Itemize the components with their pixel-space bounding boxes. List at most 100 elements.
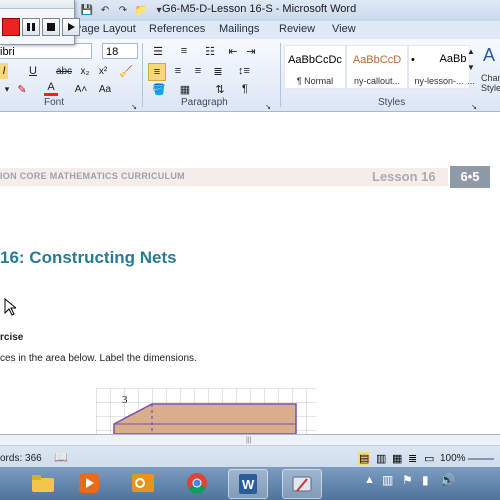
play-icon xyxy=(68,23,75,31)
styles-scroll-up-icon[interactable]: ▲ xyxy=(466,43,476,59)
align-left-button[interactable]: ≡ xyxy=(148,63,166,81)
superscript-button[interactable]: x² xyxy=(96,63,110,79)
style-heading[interactable]: AaBb xyxy=(426,45,468,87)
taskbar-media[interactable] xyxy=(70,469,108,497)
style-ny-callout[interactable]: AaBbCcD ny-callout... xyxy=(346,45,408,89)
ribbon: ibri 18 I U abc x₂ x² 🧹 ▾ ✎ A A˄ Aa Font… xyxy=(0,39,500,112)
stop-button[interactable] xyxy=(42,18,60,36)
style-preview: AaBbCcDc xyxy=(288,54,342,66)
bullets-button[interactable]: ☰ xyxy=(148,43,168,59)
tab-page-layout[interactable]: Page Layout xyxy=(74,23,136,35)
increase-indent-button[interactable]: ⇥ xyxy=(244,43,258,59)
lesson-title: 16: Constructing Nets xyxy=(0,248,177,267)
paragraph-group-label: Paragraph xyxy=(181,97,228,108)
clear-format-icon[interactable]: 🧹 xyxy=(118,63,134,79)
style-name: ny-callout... xyxy=(353,76,401,86)
italic-button[interactable]: I xyxy=(0,63,8,79)
network-icon[interactable]: ▥ xyxy=(382,473,393,487)
curriculum-header: ION CORE MATHEMATICS CURRICULUM xyxy=(0,171,185,181)
prism-net-figure: 3 xyxy=(96,388,316,434)
quick-access-toolbar: 💾 ↶ ↷ 📁 ▾ xyxy=(80,2,166,19)
font-name-combo[interactable]: ibri xyxy=(0,43,92,59)
multilevel-list-button[interactable]: ☷ xyxy=(200,43,220,59)
folder-icon[interactable]: 📁 xyxy=(134,4,148,18)
pause-button[interactable] xyxy=(22,18,40,36)
taskbar-snipping[interactable] xyxy=(282,469,322,499)
strikethrough-button[interactable]: abc xyxy=(54,63,74,79)
align-right-button[interactable]: ≡ xyxy=(190,63,206,79)
pause-icon xyxy=(27,23,35,31)
taskbar-explorer[interactable] xyxy=(24,469,62,497)
media-player-icon xyxy=(79,473,99,493)
recorder-titlebar xyxy=(0,0,74,9)
grow-font-button[interactable]: A˄ xyxy=(72,81,90,97)
print-layout-icon[interactable]: ▤ xyxy=(358,452,371,465)
proofing-icon[interactable]: 📖 xyxy=(54,451,68,464)
show-marks-icon[interactable]: ¶ xyxy=(238,81,252,97)
mouse-cursor-icon xyxy=(4,298,16,316)
exercise-heading: rcise xyxy=(0,332,24,343)
shading-icon[interactable]: 🪣 xyxy=(150,81,168,97)
record-button[interactable] xyxy=(2,18,20,36)
play-button[interactable] xyxy=(62,18,80,36)
style-normal[interactable]: AaBbCcDc ¶ Normal xyxy=(284,45,346,89)
svg-text:W: W xyxy=(242,477,255,492)
sort-icon[interactable]: ⇅ xyxy=(212,81,228,97)
zoom-slider[interactable] xyxy=(468,458,494,460)
tray-arrow-icon[interactable]: ▲ xyxy=(364,474,375,486)
full-screen-reading-icon[interactable]: ▥ xyxy=(376,452,386,465)
line-spacing-button[interactable]: ↕≡ xyxy=(234,63,254,79)
style-name: ¶ Normal xyxy=(296,76,334,86)
tab-references[interactable]: References xyxy=(149,23,205,35)
change-styles-label[interactable]: Chan Style xyxy=(481,73,500,93)
styles-more-icon[interactable]: ⋯ xyxy=(466,75,476,91)
save-icon[interactable]: 💾 xyxy=(80,4,94,18)
styles-scroll-down-icon[interactable]: ▼ xyxy=(466,59,476,75)
signal-icon[interactable]: ▮ xyxy=(422,473,429,487)
tab-view[interactable]: View xyxy=(332,23,356,35)
highlight-icon[interactable]: ✎ xyxy=(16,81,28,97)
zoom-level[interactable]: 100% xyxy=(440,453,466,464)
snipping-tool-icon xyxy=(292,476,312,492)
web-layout-icon[interactable]: ▦ xyxy=(392,452,402,465)
numbering-button[interactable]: ≡ xyxy=(174,43,194,59)
taskbar-word[interactable]: W xyxy=(228,469,268,499)
separator xyxy=(280,43,281,107)
taskbar-chrome[interactable] xyxy=(178,469,216,497)
font-color-button[interactable]: A xyxy=(44,81,58,96)
align-center-button[interactable]: ≡ xyxy=(170,63,186,79)
word-count[interactable]: ords: 366 xyxy=(0,453,42,464)
change-styles-icon[interactable]: A xyxy=(480,43,498,67)
redo-icon[interactable]: ↷ xyxy=(116,4,130,18)
font-group-label: Font xyxy=(44,97,65,108)
stop-icon xyxy=(47,23,55,31)
decrease-indent-button[interactable]: ⇤ xyxy=(226,43,240,59)
case-button[interactable]: Aa xyxy=(96,81,114,97)
grade-badge: 6•5 xyxy=(450,166,490,188)
tab-mailings[interactable]: Mailings xyxy=(219,23,259,35)
document-page[interactable]: ION CORE MATHEMATICS CURRICULUM Lesson 1… xyxy=(0,112,500,434)
horizontal-scrollbar[interactable]: ||| xyxy=(0,435,500,446)
outline-icon[interactable]: ≣ xyxy=(408,452,417,465)
separator xyxy=(142,43,143,107)
justify-button[interactable]: ≣ xyxy=(210,63,226,79)
recorder-controls xyxy=(2,18,80,36)
volume-icon[interactable]: 🔊 xyxy=(440,473,455,487)
tab-review[interactable]: Review xyxy=(279,23,315,35)
draft-icon[interactable]: ▭ xyxy=(424,452,434,465)
exercise-instructions: ces in the area below. Label the dimensi… xyxy=(0,353,197,364)
subscript-button[interactable]: x₂ xyxy=(78,63,92,79)
font-size-combo[interactable]: 18 xyxy=(102,43,138,59)
borders-icon[interactable]: ▦ xyxy=(176,81,194,97)
lesson-number: Lesson 16 xyxy=(372,169,436,184)
scroll-grip-icon[interactable]: ||| xyxy=(246,437,251,444)
undo-icon[interactable]: ↶ xyxy=(98,4,112,18)
style-preview: AaBbCcD xyxy=(352,54,402,66)
text-effects-icon[interactable]: ▾ xyxy=(2,81,12,97)
folder-icon xyxy=(32,475,54,492)
flag-icon[interactable]: ⚑ xyxy=(402,473,413,487)
window-title: G6-M5-D-Lesson 16-S - Microsoft Word xyxy=(162,3,357,15)
taskbar-outlook[interactable] xyxy=(124,469,162,497)
dimension-label: 3 xyxy=(122,394,128,406)
underline-button[interactable]: U xyxy=(26,63,40,79)
